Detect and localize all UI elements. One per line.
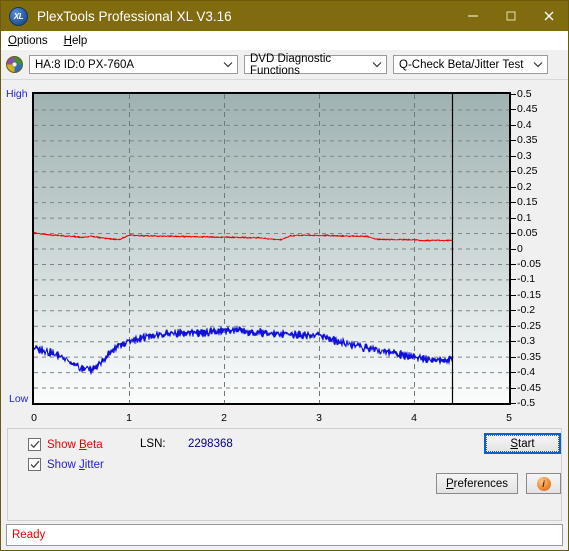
- window-title: PlexTools Professional XL V3.16: [37, 8, 232, 24]
- y-tick-label: -0.15: [517, 288, 541, 301]
- show-beta-row[interactable]: Show Beta: [28, 438, 103, 451]
- x-tick-label: 0: [31, 412, 37, 424]
- application-window: XL PlexTools Professional XL V3.16 OOpti…: [0, 0, 569, 551]
- drive-select-value: HA:8 ID:0 PX-760A: [35, 58, 135, 71]
- menu-item-options[interactable]: OOptionsptions: [8, 35, 48, 47]
- x-tick-label: 3: [316, 412, 322, 424]
- y-tick-mark: [511, 171, 516, 173]
- show-jitter-row[interactable]: Show Jitter: [28, 458, 104, 471]
- y-tick-label: 0: [517, 242, 523, 255]
- minimize-icon[interactable]: [454, 1, 492, 31]
- y-tick-mark: [511, 140, 516, 142]
- show-jitter-checkbox[interactable]: [28, 458, 41, 471]
- chart-svg: [34, 94, 509, 403]
- selector-toolbar: HA:8 ID:0 PX-760A DVD Diagnostic Functio…: [1, 50, 568, 79]
- chart-panel: High Low 0.5 0.45 0.4 0.35 0.3 0.25 0.2 0.15 0.1…: [1, 79, 568, 428]
- y-tick-mark: [511, 233, 516, 235]
- y-tick-mark: [511, 109, 516, 111]
- test-select[interactable]: Q-Check Beta/Jitter Test: [393, 55, 548, 74]
- y-tick-label: -0.25: [517, 319, 541, 332]
- y-tick-mark: [511, 186, 516, 188]
- function-select-value: DVD Diagnostic Functions: [250, 52, 332, 77]
- y-tick-mark: [511, 341, 516, 343]
- y-tick-mark: [511, 94, 516, 95]
- y-tick-label: 0.1: [517, 211, 532, 224]
- y-tick-label: 0.2: [517, 180, 532, 193]
- y-tick-mark: [511, 387, 516, 389]
- y-tick-label: 0.5: [517, 88, 532, 100]
- drive-select[interactable]: HA:8 ID:0 PX-760A: [29, 55, 238, 74]
- y-tick-mark: [511, 356, 516, 358]
- start-button-inner: Start: [486, 435, 559, 452]
- lsn-label: LSN:: [140, 438, 166, 450]
- y-tick-label: -0.35: [517, 350, 541, 363]
- info-button[interactable]: i: [526, 473, 561, 494]
- menu-bar: OOptionsptions Help: [1, 31, 568, 50]
- axis-low-label: Low: [9, 393, 29, 405]
- y-tick-mark: [511, 325, 516, 327]
- plot-canvas: [32, 92, 511, 405]
- window-controls: [454, 1, 568, 31]
- y-tick-label: -0.45: [517, 381, 541, 394]
- y-tick-mark: [511, 217, 516, 219]
- y-tick-label: 0.35: [517, 134, 538, 147]
- test-select-value: Q-Check Beta/Jitter Test: [399, 58, 524, 71]
- info-icon: i: [536, 476, 551, 491]
- start-button[interactable]: Start: [484, 433, 561, 454]
- show-jitter-label: Show Jitter: [47, 458, 104, 471]
- y-tick-mark: [511, 403, 516, 404]
- chevron-down-icon: [222, 59, 234, 71]
- y-tick-label: -0.3: [517, 335, 536, 348]
- y-tick-mark: [511, 202, 516, 204]
- x-tick-label: 1: [126, 412, 132, 424]
- y-tick-mark: [511, 310, 516, 312]
- y-tick-mark: [511, 124, 516, 126]
- y-tick-mark: [511, 372, 516, 374]
- y-tick-mark: [511, 155, 516, 157]
- close-icon[interactable]: [530, 1, 568, 31]
- y-tick-label: 0.05: [517, 227, 538, 240]
- status-text: Ready: [12, 529, 46, 541]
- y-tick-label: -0.1: [517, 273, 536, 286]
- menu-item-help[interactable]: Help: [64, 35, 88, 47]
- y-tick-mark: [511, 294, 516, 296]
- optical-disc-icon: [6, 56, 23, 73]
- plot-area: [32, 92, 511, 405]
- title-bar: XL PlexTools Professional XL V3.16: [1, 1, 568, 31]
- controls-panel: Show Beta Show Jitter LSN: 2298368 Start…: [7, 428, 562, 521]
- y-tick-label: 0.3: [517, 149, 532, 162]
- xl-disc-icon: XL: [9, 6, 28, 26]
- y-tick-label: 0.25: [517, 165, 538, 178]
- y-tick-mark: [511, 263, 516, 265]
- y-tick-mark: [511, 279, 516, 281]
- preferences-button[interactable]: Preferences: [436, 473, 518, 494]
- preferences-button-label: Preferences: [445, 477, 508, 490]
- y-tick-label: -0.5: [517, 397, 536, 409]
- axis-high-label: High: [6, 88, 28, 100]
- start-button-label: Start: [510, 437, 535, 450]
- y-tick-label: -0.05: [517, 257, 541, 270]
- chevron-down-icon: [532, 59, 544, 71]
- y-tick-label: 0.4: [517, 118, 532, 131]
- show-beta-checkbox[interactable]: [28, 438, 41, 451]
- status-bar: Ready: [6, 524, 563, 546]
- y-tick-label: -0.4: [517, 366, 536, 379]
- y-tick-label: -0.2: [517, 304, 536, 317]
- chevron-down-icon: [371, 59, 383, 71]
- y-tick-label: 0.15: [517, 196, 538, 209]
- maximize-icon[interactable]: [492, 1, 530, 31]
- y-tick-label: 0.45: [517, 103, 538, 116]
- x-tick-label: 5: [506, 412, 512, 424]
- y-tick-mark: [511, 248, 516, 250]
- x-tick-label: 2: [221, 412, 227, 424]
- lsn-value: 2298368: [188, 438, 233, 450]
- show-beta-label: Show Beta: [47, 438, 103, 451]
- function-select[interactable]: DVD Diagnostic Functions: [244, 52, 387, 77]
- x-tick-label: 4: [411, 412, 417, 424]
